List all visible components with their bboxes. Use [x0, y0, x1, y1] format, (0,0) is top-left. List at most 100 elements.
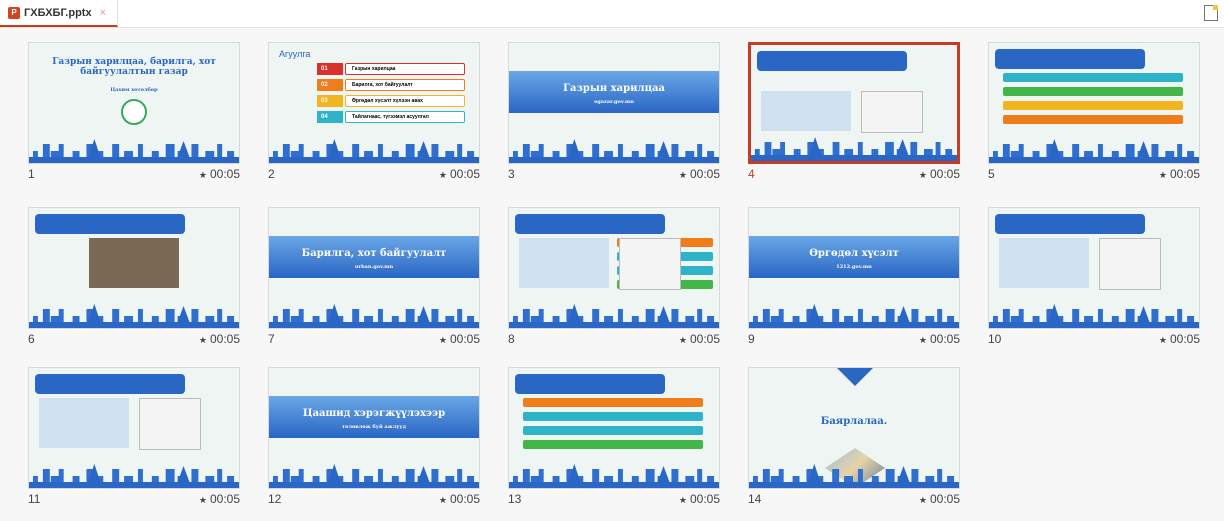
slide-title: Газрын харилцаа, барилга, хот байгуулалт…: [52, 57, 216, 77]
transition-star-icon: ★: [918, 170, 927, 180]
slide-number: 3: [508, 167, 515, 181]
slide-preview: [28, 207, 240, 329]
content-bar: [1003, 115, 1183, 124]
slide-preview: Өргөдөл хүсэлт 1212.gov.mn: [748, 207, 960, 329]
screenshot-image: [139, 398, 201, 450]
slide-preview: [508, 207, 720, 329]
city-skyline-graphic: [749, 304, 959, 328]
slide-thumbnail-card[interactable]: 4 ★ 00:05: [748, 42, 960, 181]
slide-subtitle: egazar.gov.mn: [594, 99, 634, 105]
slide-number: 6: [28, 332, 35, 346]
slide-preview: Газрын харилцаа, барилга, хот байгуулалт…: [28, 42, 240, 164]
slide-title: Газрын харилцаа: [563, 83, 665, 94]
slide-subtitle: Цахим хөтөлбөр: [110, 87, 158, 93]
duration-text: 00:05: [209, 167, 240, 181]
slide-duration: ★ 00:05: [439, 492, 480, 506]
duration-text: 00:05: [689, 167, 720, 181]
content-bar: [1003, 73, 1183, 82]
slide-preview: Цаашид хэрэгжүүлэхээр төлөвлөж буй ажлууд: [268, 367, 480, 489]
transition-star-icon: ★: [198, 335, 207, 345]
text-box: [35, 214, 185, 234]
screenshot-image: [39, 398, 129, 448]
slide-duration: ★ 00:05: [199, 492, 240, 506]
transition-star-icon: ★: [918, 495, 927, 505]
duration-text: 00:05: [209, 492, 240, 506]
slide-thumbnail-card[interactable]: 13 ★ 00:05: [508, 367, 720, 506]
slide-duration: ★ 00:05: [679, 167, 720, 181]
text-box: [995, 49, 1145, 69]
slide-thumbnail-card[interactable]: Өргөдөл хүсэлт 1212.gov.mn 9 ★ 00:05: [748, 207, 960, 346]
transition-star-icon: ★: [438, 335, 447, 345]
transition-star-icon: ★: [678, 335, 687, 345]
slide-preview: [988, 42, 1200, 164]
agenda-number: 01: [317, 63, 343, 75]
logo-icon: [121, 99, 147, 125]
duration-text: 00:05: [689, 332, 720, 346]
city-skyline-graphic: [989, 139, 1199, 163]
slide-title: Агуулга: [279, 49, 311, 59]
slide-thumbnail-card[interactable]: 11 ★ 00:05: [28, 367, 240, 506]
content-bar: [523, 426, 703, 435]
slide-number: 9: [748, 332, 755, 346]
screenshot-image: [89, 238, 179, 288]
slide-preview: [508, 367, 720, 489]
slide-number: 12: [268, 492, 282, 506]
transition-star-icon: ★: [678, 170, 687, 180]
slide-thumbnail-card[interactable]: Агуулга 01 Газрын харилцаа 02 Барилга, хот б…: [268, 42, 480, 181]
content-bar: [1003, 87, 1183, 96]
city-skyline-graphic: [269, 464, 479, 488]
city-skyline-graphic: [749, 464, 959, 488]
slide-thumbnail-card[interactable]: Цаашид хэрэгжүүлэхээр төлөвлөж буй ажлууд…: [268, 367, 480, 506]
slide-preview: Баярлалаа.: [748, 367, 960, 489]
duration-text: 00:05: [929, 167, 960, 181]
city-skyline-graphic: [751, 137, 957, 161]
slide-subtitle: urban.gov.mn: [354, 264, 394, 270]
city-skyline-graphic: [269, 139, 479, 163]
screenshot-image: [519, 238, 609, 288]
slide-preview: [748, 42, 960, 164]
new-document-icon[interactable]: [1204, 5, 1218, 21]
city-skyline-graphic: [509, 464, 719, 488]
slide-number: 13: [508, 492, 522, 506]
slide-title: Цаашид хэрэгжүүлэхээр: [302, 408, 446, 419]
agenda-item: Тайлагнаас, түгээмэл асуулгал: [345, 111, 465, 123]
slide-number: 11: [28, 492, 41, 506]
content-bar: [523, 440, 703, 449]
close-icon[interactable]: ×: [100, 7, 106, 19]
file-tab-label: ГХБХБГ.pptx: [24, 6, 92, 19]
slide-thumbnail-card[interactable]: 6 ★ 00:05: [28, 207, 240, 346]
duration-text: 00:05: [449, 332, 480, 346]
content-bar: [523, 412, 703, 421]
text-box: [995, 214, 1145, 234]
agenda-number: 04: [317, 111, 343, 123]
slide-title: Барилга, хот байгуулалт: [301, 248, 447, 259]
slide-number: 1: [28, 167, 35, 181]
slide-thumbnail-card[interactable]: Газрын харилцаа, барилга, хот байгуулалт…: [28, 42, 240, 181]
content-bar: [1003, 101, 1183, 110]
transition-star-icon: ★: [438, 170, 447, 180]
transition-star-icon: ★: [678, 495, 687, 505]
city-skyline-graphic: [509, 304, 719, 328]
slide-thumbnail-card[interactable]: Баярлалаа. 14 ★ 00:05: [748, 367, 960, 506]
slide-duration: ★ 00:05: [439, 167, 480, 181]
slide-number: 14: [748, 492, 762, 506]
duration-text: 00:05: [449, 492, 480, 506]
city-skyline-graphic: [989, 304, 1199, 328]
slide-number: 4: [748, 167, 755, 181]
slide-preview: [988, 207, 1200, 329]
duration-text: 00:05: [1169, 332, 1200, 346]
city-skyline-graphic: [509, 139, 719, 163]
slide-preview: [28, 367, 240, 489]
slide-preview: Газрын харилцаа egazar.gov.mn: [508, 42, 720, 164]
duration-text: 00:05: [1169, 167, 1200, 181]
slide-thumbnail-card[interactable]: 8 ★ 00:05: [508, 207, 720, 346]
agenda-item: Газрын харилцаа: [345, 63, 465, 75]
slide-duration: ★ 00:05: [919, 167, 960, 181]
slide-thumbnail-card[interactable]: Барилга, хот байгуулалт urban.gov.mn 7 ★ 00:…: [268, 207, 480, 346]
slide-duration: ★ 00:05: [199, 332, 240, 346]
city-skyline-graphic: [29, 304, 239, 328]
slide-thumbnail-card[interactable]: 10 ★ 00:05: [988, 207, 1200, 346]
slide-thumbnail-card[interactable]: Газрын харилцаа egazar.gov.mn 3 ★ 00:05: [508, 42, 720, 181]
slide-thumbnail-card[interactable]: 5 ★ 00:05: [988, 42, 1200, 181]
file-tab[interactable]: P ГХБХБГ.pptx ×: [0, 0, 118, 27]
